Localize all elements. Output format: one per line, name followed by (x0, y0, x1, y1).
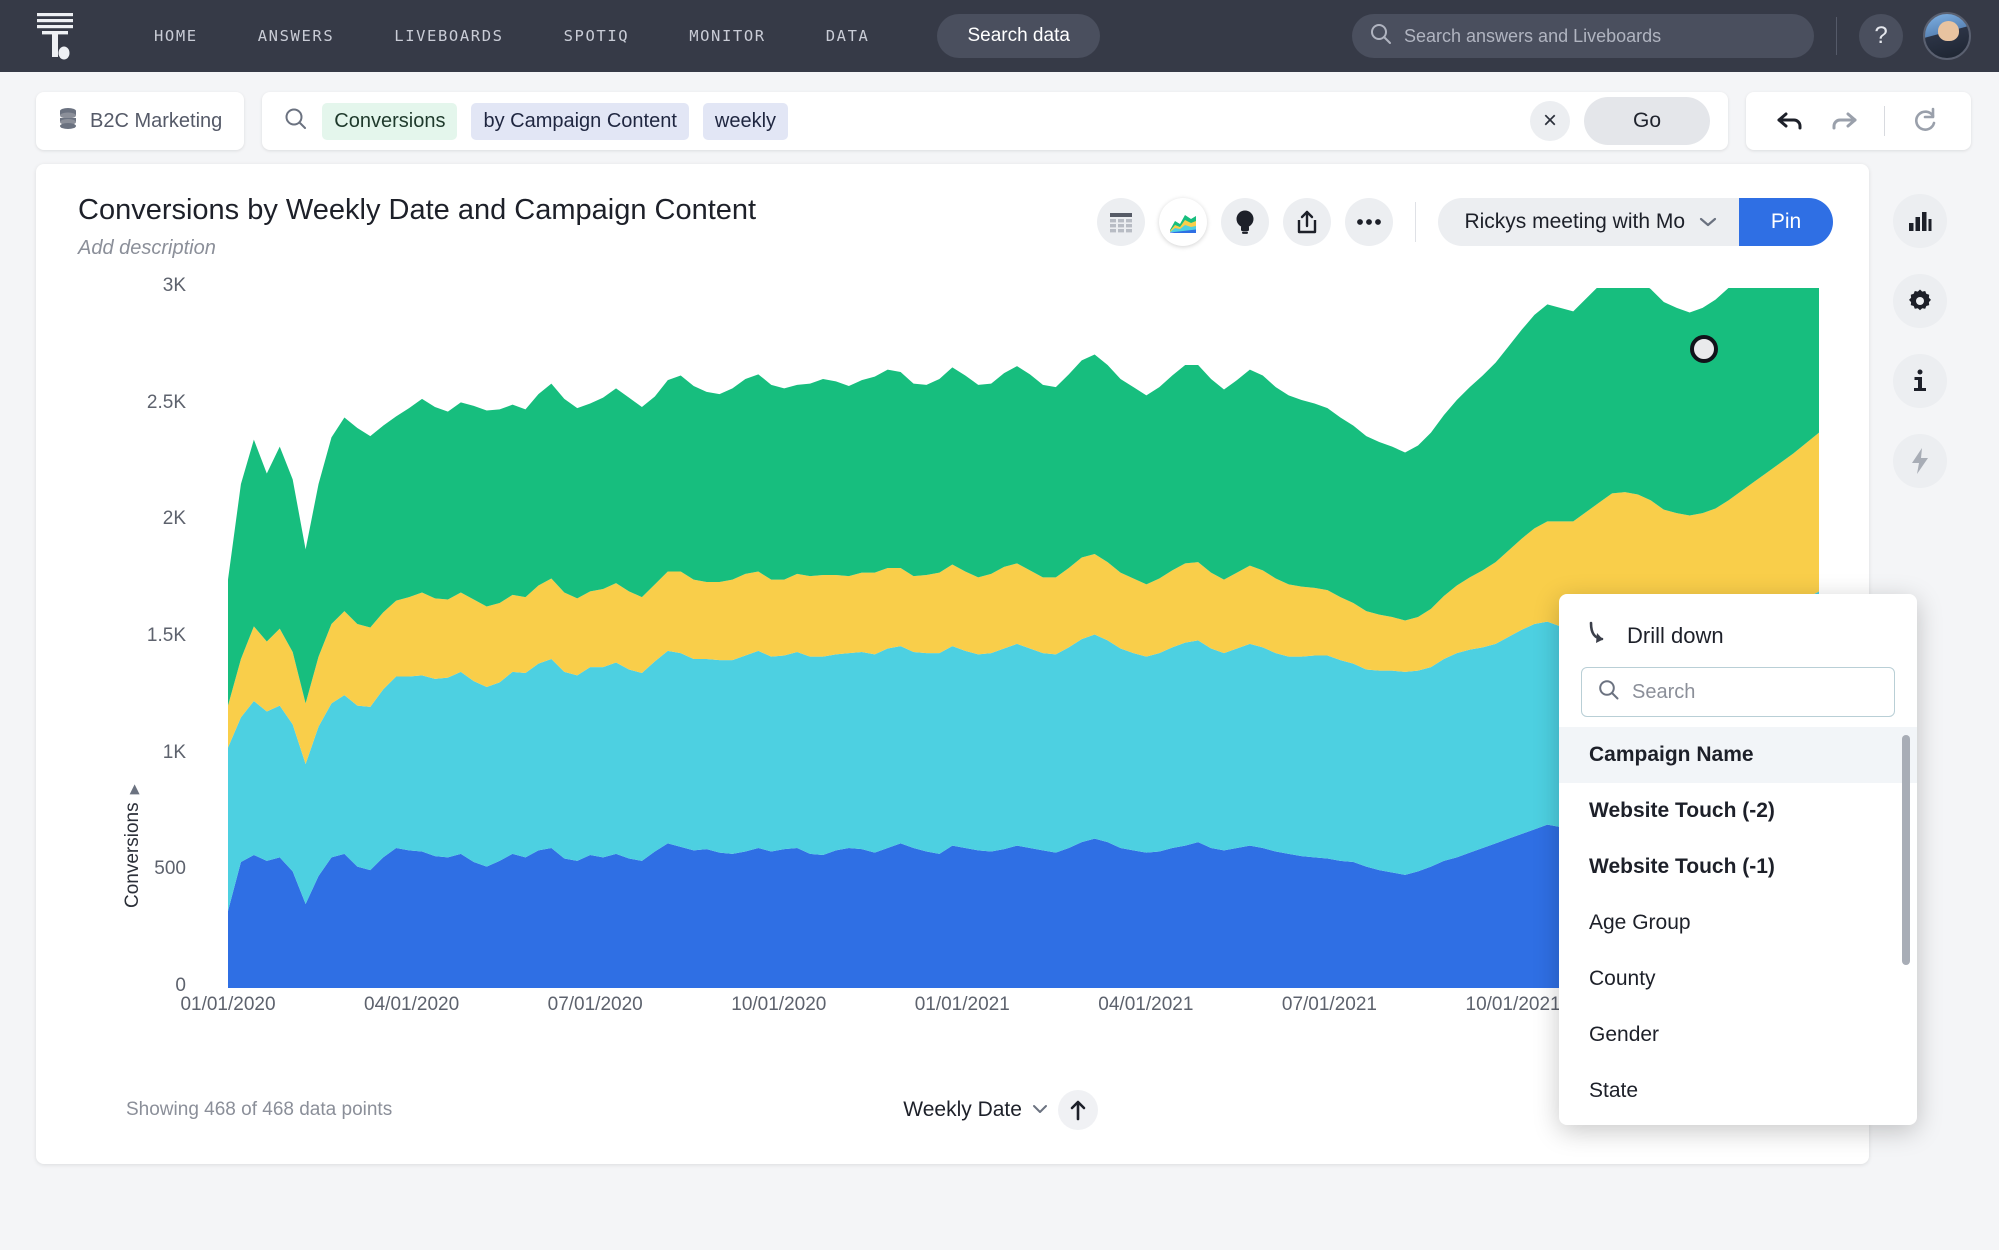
thoughtspot-logo[interactable] (28, 8, 82, 64)
sort-control: Weekly Date (903, 1090, 1098, 1130)
share-icon[interactable] (1283, 198, 1332, 246)
y-axis-tick: 3K (162, 275, 186, 296)
y-axis-tick: 1.5K (146, 625, 186, 646)
card-toolbar: Rickys meeting with Mo Pin (1097, 194, 1833, 246)
nav-data[interactable]: DATA (796, 27, 900, 45)
x-axis-tick: 04/01/2021 (1098, 994, 1194, 1015)
y-axis-tick: 500 (154, 858, 186, 880)
global-search-placeholder: Search answers and Liveboards (1404, 25, 1662, 46)
y-axis-ticks: 0 500 1K 1.5K 2K 2.5K 3K (66, 275, 186, 996)
y-axis-tick: 2.5K (146, 391, 186, 413)
more-options-icon[interactable] (1345, 198, 1394, 246)
card-header: Conversions by Weekly Date and Campaign … (36, 194, 1869, 260)
query-search-icon (284, 107, 308, 136)
reset-icon[interactable] (1903, 98, 1949, 144)
x-axis-tick: 10/01/2020 (731, 994, 827, 1015)
nav-liveboards[interactable]: LIVEBOARDS (364, 27, 533, 45)
x-axis-tick: 10/01/2021 (1465, 994, 1561, 1015)
pin-target-label: Rickys meeting with Mo (1464, 210, 1685, 233)
database-icon (58, 107, 78, 136)
search-icon (1370, 23, 1392, 50)
search-query-input[interactable]: Conversions by Campaign Content weekly ×… (262, 92, 1728, 150)
drill-down-search-input[interactable]: Search (1581, 667, 1895, 717)
top-navigation-bar: HOME ANSWERS LIVEBOARDS SPOTIQ MONITOR D… (0, 0, 1999, 72)
data-point-count: Showing 468 of 468 data points (126, 1099, 393, 1120)
settings-gear-icon[interactable] (1893, 274, 1947, 328)
toolbar-divider (1415, 202, 1417, 242)
nav-answers[interactable]: ANSWERS (228, 27, 365, 45)
search-bar-row: B2C Marketing Conversions by Campaign Co… (0, 72, 1999, 164)
user-avatar[interactable] (1923, 12, 1971, 60)
go-button[interactable]: Go (1584, 97, 1710, 145)
query-actions: × Go (1530, 97, 1710, 145)
drill-down-item[interactable]: Website Touch (-1) (1559, 839, 1917, 895)
card-title-block: Conversions by Weekly Date and Campaign … (78, 194, 756, 260)
drill-down-popup: Drill down Search Campaign Name Website T… (1559, 594, 1917, 1125)
nav-right-cluster: Search answers and Liveboards ? (1352, 12, 1971, 60)
sort-chevron-down-icon[interactable] (1032, 1101, 1048, 1119)
drill-down-item[interactable]: Gender (1559, 1007, 1917, 1063)
sort-direction-button[interactable] (1057, 1090, 1098, 1130)
drill-down-item[interactable]: Campaign Name (1559, 727, 1917, 783)
nav-home[interactable]: HOME (124, 27, 228, 45)
table-icon[interactable] (1097, 198, 1146, 246)
primary-nav: HOME ANSWERS LIVEBOARDS SPOTIQ MONITOR D… (124, 27, 899, 45)
chevron-down-icon (1699, 210, 1717, 234)
nav-divider (1836, 17, 1837, 55)
query-chip-measure[interactable]: Conversions (322, 102, 458, 140)
drill-down-scrollbar[interactable] (1902, 735, 1910, 965)
redo-icon[interactable] (1820, 98, 1866, 144)
chart-config-icon[interactable] (1893, 194, 1947, 248)
pin-target-dropdown[interactable]: Rickys meeting with Mo (1438, 198, 1739, 246)
search-data-button[interactable]: Search data (937, 14, 1100, 58)
history-controls (1746, 92, 1971, 150)
nav-monitor[interactable]: MONITOR (659, 27, 796, 45)
drill-down-item[interactable]: County (1559, 951, 1917, 1007)
drill-down-title: Drill down (1627, 622, 1724, 648)
x-axis-tick: 04/01/2020 (364, 994, 460, 1015)
undo-icon[interactable] (1768, 98, 1814, 144)
global-search-input[interactable]: Search answers and Liveboards (1352, 14, 1814, 58)
drill-down-item[interactable]: Website Touch (-2) (1559, 783, 1917, 839)
query-chip-period[interactable]: weekly (702, 102, 789, 140)
drill-down-search-placeholder: Search (1632, 680, 1696, 703)
sort-field-label[interactable]: Weekly Date (903, 1098, 1022, 1122)
pin-button[interactable]: Pin (1739, 198, 1833, 246)
drill-down-arrow-icon (1585, 620, 1611, 651)
drill-search-icon (1598, 679, 1620, 706)
x-axis-tick: 07/01/2020 (547, 994, 643, 1015)
spotiq-bolt-icon[interactable] (1893, 434, 1947, 488)
drill-down-item[interactable]: Age Group (1559, 895, 1917, 951)
data-source-selector[interactable]: B2C Marketing (36, 92, 245, 150)
y-axis-tick: 1K (162, 741, 186, 763)
add-description[interactable]: Add description (78, 237, 756, 260)
nav-spotiq[interactable]: SPOTIQ (534, 27, 660, 45)
x-axis-tick: 01/01/2020 (180, 994, 276, 1015)
answer-card: Conversions by Weekly Date and Campaign … (36, 164, 1917, 1164)
help-button[interactable]: ? (1859, 14, 1903, 58)
selected-data-point-marker[interactable] (1687, 332, 1721, 366)
main-stage: Conversions by Weekly Date and Campaign … (0, 164, 1999, 1164)
drill-down-header: Drill down (1559, 616, 1917, 667)
info-icon[interactable] (1893, 354, 1947, 408)
y-axis-tick: 0 (175, 975, 186, 996)
page-title: Conversions by Weekly Date and Campaign … (78, 194, 757, 226)
x-axis-tick: 07/01/2021 (1281, 994, 1377, 1015)
clear-query-button[interactable]: × (1530, 101, 1570, 141)
pin-group: Rickys meeting with Mo Pin (1438, 198, 1833, 246)
history-divider (1884, 106, 1885, 136)
spotiq-lightbulb-icon[interactable] (1221, 198, 1270, 246)
chart-icon[interactable] (1159, 198, 1208, 246)
drill-down-list[interactable]: Campaign Name Website Touch (-2) Website T… (1559, 727, 1917, 1125)
drill-down-item[interactable]: State (1559, 1063, 1917, 1119)
query-chip-attribute[interactable]: by Campaign Content (471, 102, 689, 140)
x-axis-tick: 01/01/2021 (914, 994, 1010, 1015)
data-source-label: B2C Marketing (90, 109, 223, 132)
y-axis-tick: 2K (162, 508, 186, 530)
